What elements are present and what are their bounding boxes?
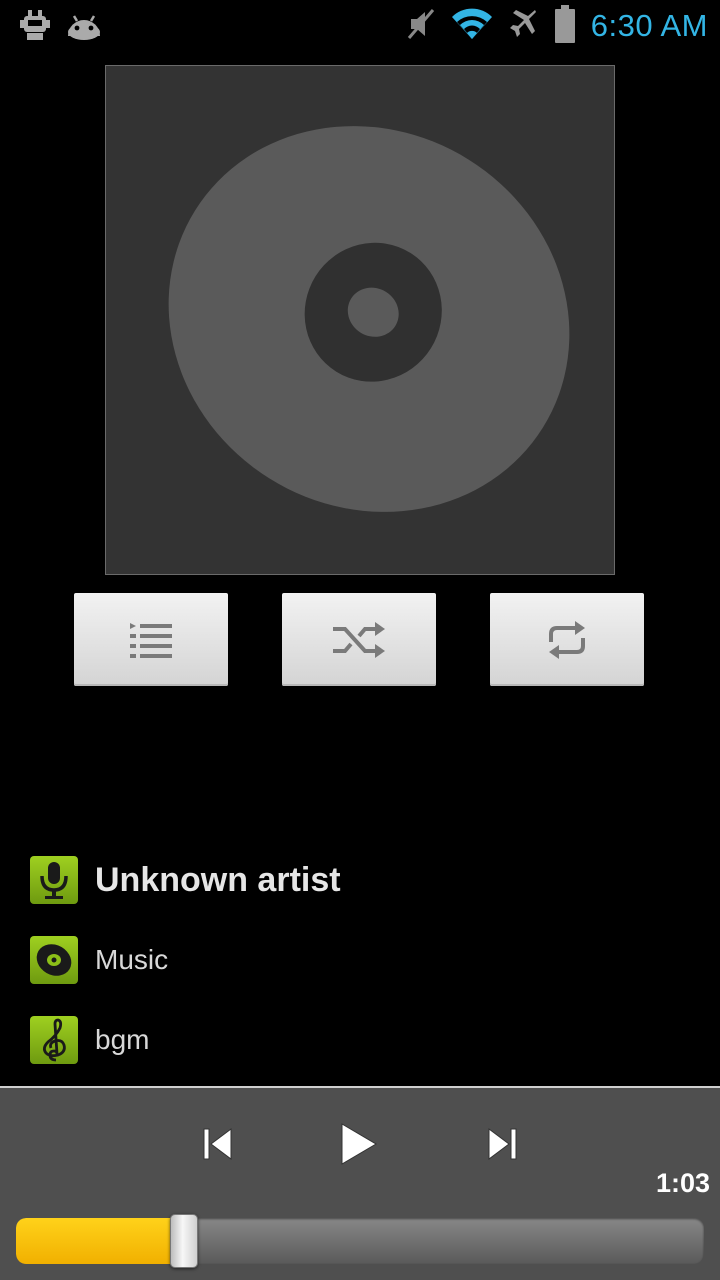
disc-icon xyxy=(168,126,570,512)
microphone-icon xyxy=(30,856,78,904)
repeat-icon xyxy=(549,620,585,659)
playback-panel: 1:03 xyxy=(0,1086,720,1280)
next-button[interactable] xyxy=(472,1114,532,1174)
repeat-button[interactable] xyxy=(490,593,644,686)
next-icon xyxy=(488,1128,517,1160)
playlist-button[interactable] xyxy=(74,593,228,686)
album-disc-icon xyxy=(30,936,78,984)
playlist-icon xyxy=(130,622,172,658)
seek-bar[interactable] xyxy=(16,1218,704,1264)
mute-icon xyxy=(407,8,435,45)
shuffle-button[interactable] xyxy=(282,593,436,686)
shuffle-icon xyxy=(333,621,385,658)
status-time: 6:30 AM xyxy=(590,8,708,43)
previous-button[interactable] xyxy=(188,1114,248,1174)
elapsed-time: 1:03 xyxy=(655,1168,710,1198)
track-row: bgm xyxy=(30,1016,149,1064)
play-button[interactable] xyxy=(328,1114,388,1174)
seek-thumb[interactable] xyxy=(169,1214,198,1268)
album-art xyxy=(105,65,615,575)
previous-icon xyxy=(203,1128,232,1160)
airplane-icon xyxy=(509,9,539,44)
album-row: Music xyxy=(30,936,168,984)
battery-icon xyxy=(554,4,575,48)
wifi-icon xyxy=(451,7,493,46)
track-title: bgm xyxy=(95,1024,150,1055)
artist-name: Unknown artist xyxy=(95,860,341,899)
usb-debug-icon xyxy=(18,8,52,47)
play-icon xyxy=(341,1123,377,1165)
android-icon xyxy=(66,10,102,45)
treble-clef-icon xyxy=(30,1016,78,1064)
status-bar: 6:30 AM xyxy=(0,0,720,50)
album-name: Music xyxy=(95,944,169,975)
seek-progress xyxy=(16,1218,184,1264)
artist-row: Unknown artist xyxy=(30,856,341,904)
